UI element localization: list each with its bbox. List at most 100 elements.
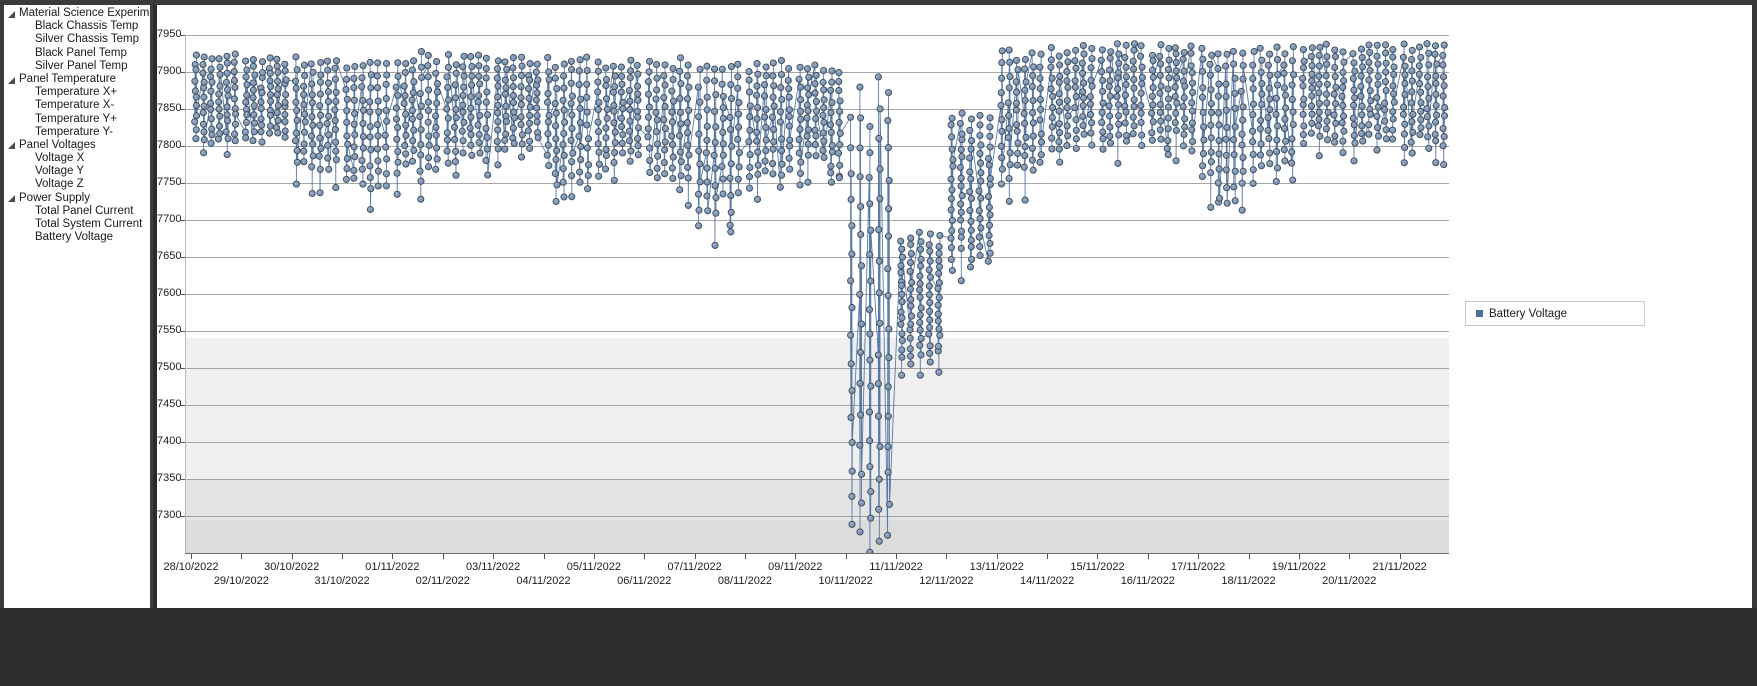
tree-group-0[interactable]: Material Science Experiment <box>4 7 150 20</box>
data-point-marker <box>1138 119 1144 125</box>
data-point-marker <box>561 153 567 159</box>
data-point-marker <box>225 93 231 99</box>
data-point-marker <box>712 242 718 248</box>
tree-expand-arrow-icon[interactable] <box>7 140 17 150</box>
tree-item-1-2[interactable]: Temperature Y+ <box>4 113 150 126</box>
data-point-marker <box>977 244 983 250</box>
data-point-marker <box>967 169 973 175</box>
data-point-marker <box>192 88 198 94</box>
tree-expand-arrow-icon[interactable] <box>7 193 17 203</box>
data-point-marker <box>309 190 315 196</box>
telemetry-tree-sidebar[interactable]: Material Science ExperimentBlack Chassis… <box>4 5 150 608</box>
data-point-marker <box>518 122 524 128</box>
data-point-marker <box>969 256 975 262</box>
data-point-marker <box>1006 125 1012 131</box>
data-point-marker <box>662 104 668 110</box>
data-point-marker <box>477 150 483 156</box>
data-point-marker <box>1323 91 1329 97</box>
data-point-marker <box>519 63 525 69</box>
data-point-marker <box>1332 54 1338 60</box>
data-point-marker <box>333 148 339 154</box>
data-point-marker <box>998 102 1004 108</box>
data-point-marker <box>1333 84 1339 90</box>
tree-item-3-2[interactable]: Battery Voltage <box>4 231 150 244</box>
tree-item-0-0[interactable]: Black Chassis Temp <box>4 20 150 33</box>
tree-item-2-2[interactable]: Voltage Z <box>4 178 150 191</box>
data-point-marker <box>812 142 818 148</box>
data-point-marker <box>627 118 633 124</box>
data-point-marker <box>619 81 625 87</box>
data-point-marker <box>728 96 734 102</box>
data-point-marker <box>193 127 199 133</box>
data-point-marker <box>317 135 323 141</box>
data-point-marker <box>1358 46 1364 52</box>
data-point-marker <box>999 155 1005 161</box>
data-point-marker <box>1416 63 1422 69</box>
data-point-marker <box>259 122 265 128</box>
x-tick-mark-23 <box>1349 554 1350 559</box>
data-point-marker <box>770 60 776 66</box>
data-point-marker <box>836 70 842 76</box>
data-point-marker <box>333 89 339 95</box>
data-point-marker <box>1366 122 1372 128</box>
tree-item-1-0[interactable]: Temperature X+ <box>4 86 150 99</box>
data-point-marker <box>1056 53 1062 59</box>
tree-item-0-1[interactable]: Silver Chassis Temp <box>4 33 150 46</box>
data-point-marker <box>534 113 540 119</box>
data-point-marker <box>848 171 854 177</box>
data-point-marker <box>1038 106 1044 112</box>
tree-group-3[interactable]: Power Supply <box>4 192 150 205</box>
data-point-marker <box>1433 138 1439 144</box>
data-point-marker <box>1049 135 1055 141</box>
data-point-marker <box>1424 114 1430 120</box>
data-point-marker <box>292 78 298 84</box>
data-point-marker <box>1341 78 1347 84</box>
data-point-marker <box>958 183 964 189</box>
data-point-marker <box>1030 120 1036 126</box>
data-point-marker <box>669 133 675 139</box>
data-point-marker <box>1030 167 1036 173</box>
tree-item-3-0[interactable]: Total Panel Current <box>4 205 150 218</box>
data-point-marker <box>267 112 273 118</box>
tree-item-0-2[interactable]: Black Panel Temp <box>4 47 150 60</box>
data-point-marker <box>425 99 431 105</box>
data-point-marker <box>224 60 230 66</box>
data-point-marker <box>1150 102 1156 108</box>
tree-expand-arrow-icon[interactable] <box>7 9 17 19</box>
data-point-marker <box>417 91 423 97</box>
data-point-marker <box>1131 66 1137 72</box>
data-point-marker <box>1251 48 1257 54</box>
data-point-marker <box>1358 83 1364 89</box>
data-point-marker <box>899 337 905 343</box>
data-point-marker <box>1107 124 1113 130</box>
data-point-marker <box>876 506 882 512</box>
data-point-marker <box>857 84 863 90</box>
data-point-marker <box>626 138 632 144</box>
tree-item-1-1[interactable]: Temperature X- <box>4 99 150 112</box>
tree-item-0-3[interactable]: Silver Panel Temp <box>4 60 150 73</box>
data-point-marker <box>495 94 501 100</box>
tree-group-2[interactable]: Panel Voltages <box>4 139 150 152</box>
tree-group-1[interactable]: Panel Temperature <box>4 73 150 86</box>
x-tick-mark-3 <box>342 554 343 559</box>
tree-item-2-1[interactable]: Voltage Y <box>4 165 150 178</box>
data-point-marker <box>383 171 389 177</box>
tree-item-2-0[interactable]: Voltage X <box>4 152 150 165</box>
data-point-marker <box>534 90 540 96</box>
tree-item-1-3[interactable]: Temperature Y- <box>4 126 150 139</box>
tree-item-3-1[interactable]: Total System Current <box>4 218 150 231</box>
data-point-marker <box>484 146 490 152</box>
data-point-marker <box>561 73 567 79</box>
tree-expand-arrow-icon[interactable] <box>7 75 17 85</box>
plot-area[interactable] <box>185 35 1449 553</box>
data-point-marker <box>1350 115 1356 121</box>
data-point-marker <box>1382 107 1388 113</box>
chart-legend[interactable]: Battery Voltage <box>1465 301 1645 326</box>
data-point-marker <box>395 148 401 154</box>
data-point-marker <box>985 155 991 161</box>
data-point-marker <box>1216 110 1222 116</box>
data-point-marker <box>476 139 482 145</box>
data-point-marker <box>821 105 827 111</box>
data-point-marker <box>918 239 924 245</box>
data-point-marker <box>1200 163 1206 169</box>
